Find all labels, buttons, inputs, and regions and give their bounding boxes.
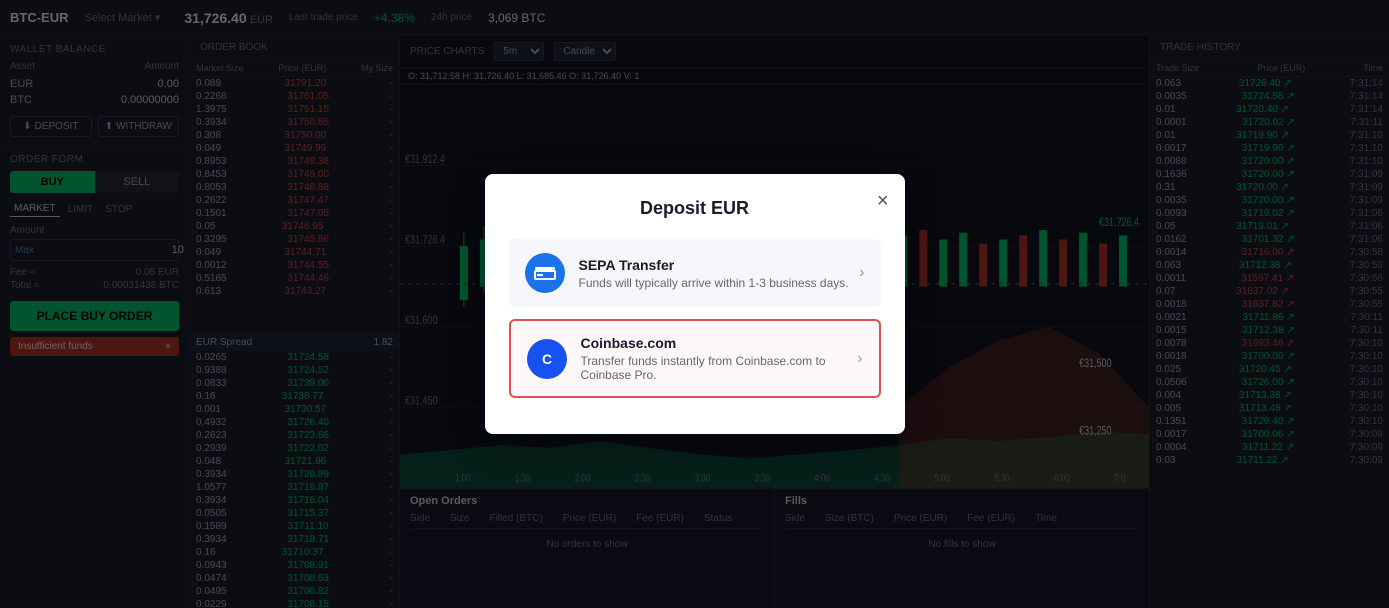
deposit-modal: Deposit EUR × SEPA Transfer Funds will t… [485,174,905,434]
modal-overlay[interactable]: Deposit EUR × SEPA Transfer Funds will t… [0,0,1389,608]
sepa-title: SEPA Transfer [579,257,849,273]
coinbase-option-text: Coinbase.com Transfer funds instantly fr… [581,335,863,382]
coinbase-desc: Transfer funds instantly from Coinbase.c… [581,354,863,382]
sepa-arrow-icon: › [859,264,864,282]
coinbase-title: Coinbase.com [581,335,863,351]
coinbase-arrow-icon: › [857,350,862,368]
sepa-icon [525,253,565,293]
sepa-option[interactable]: SEPA Transfer Funds will typically arriv… [509,239,881,307]
coinbase-icon: C [527,339,567,379]
modal-title: Deposit EUR [509,198,881,219]
coinbase-option[interactable]: C Coinbase.com Transfer funds instantly … [509,319,881,398]
modal-close-button[interactable]: × [877,190,889,213]
svg-text:C: C [541,351,551,367]
sepa-desc: Funds will typically arrive within 1-3 b… [579,276,849,290]
sepa-option-text: SEPA Transfer Funds will typically arriv… [579,257,849,290]
